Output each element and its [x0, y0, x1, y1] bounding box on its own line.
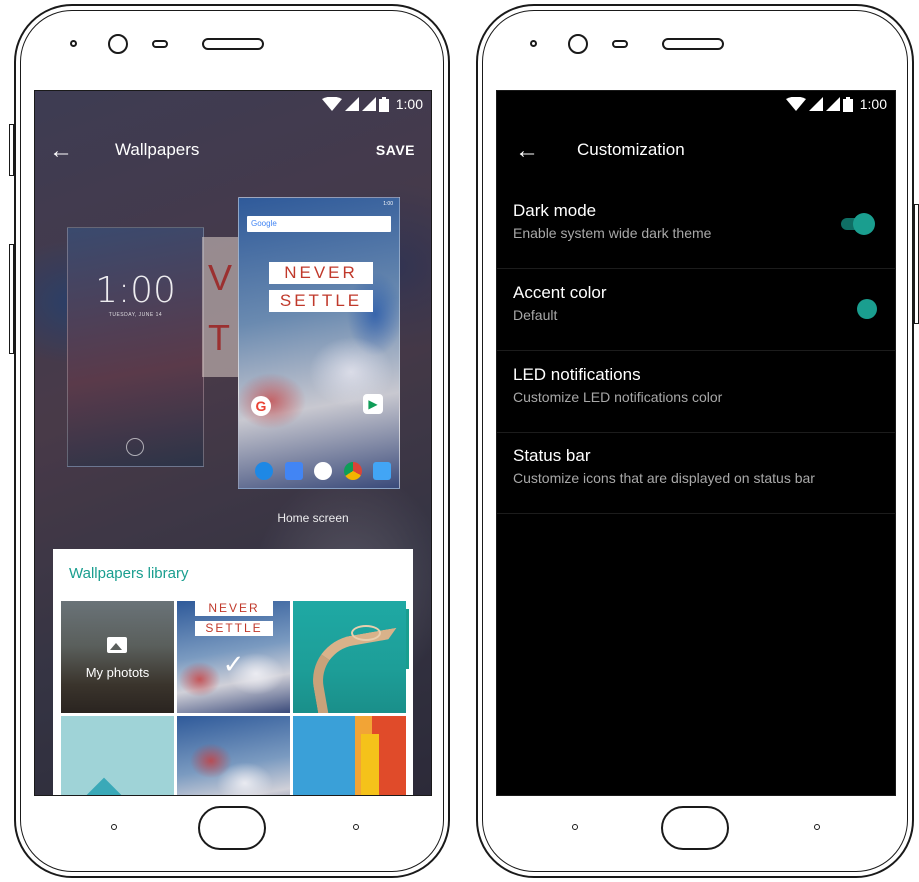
setting-subtitle: Enable system wide dark theme — [513, 225, 712, 241]
setting-subtitle: Default — [513, 307, 558, 323]
front-camera — [108, 34, 128, 54]
google-app-icon: G — [251, 396, 271, 416]
side-button — [914, 204, 919, 324]
home-screen-caption: Home screen — [277, 511, 349, 525]
home-screen-preview[interactable]: 1:00 Google NEVER SETTLE G ▶ — [238, 197, 400, 489]
lock-clock: 1:00 — [95, 270, 176, 311]
play-store-icon: ▶ — [363, 394, 383, 414]
never-text: NEVER — [269, 262, 373, 284]
home-button[interactable] — [661, 806, 729, 850]
settle-text: SETTLE — [269, 290, 373, 312]
wallpaper-tile[interactable] — [293, 601, 406, 713]
earpiece-speaker — [202, 38, 264, 50]
front-camera — [568, 34, 588, 54]
wallpapers-library: Wallpapers library My photots NEVER SETT… — [53, 549, 413, 795]
wallpaper-grid: My photots NEVER SETTLE ✓ — [61, 601, 406, 795]
setting-accent-color[interactable]: Accent color Default — [497, 269, 895, 351]
preview-divider: V T — [202, 237, 238, 377]
setting-subtitle: Customize icons that are displayed on st… — [513, 470, 815, 486]
lock-date: TUESDAY, JUNE 14 — [108, 312, 163, 318]
status-bar: 1:00 — [497, 91, 895, 117]
setting-title: Accent color — [513, 283, 607, 302]
setting-dark-mode[interactable]: Dark mode Enable system wide dark theme — [497, 187, 895, 269]
wifi-icon — [321, 97, 342, 111]
setting-led-notifications[interactable]: LED notifications Customize LED notifica… — [497, 351, 895, 433]
docs-app-icon — [284, 462, 303, 480]
earpiece-speaker — [662, 38, 724, 50]
back-key[interactable] — [111, 824, 117, 830]
library-title: Wallpapers library — [69, 565, 189, 582]
customization-screen: 1:00 ← Customization Dark mode Enable sy… — [496, 90, 896, 796]
scrollbar[interactable] — [406, 609, 409, 669]
my-photos-label: My photots — [85, 665, 150, 680]
wallpaper-tile[interactable] — [293, 716, 406, 795]
lock-screen-preview[interactable]: 1:00 TUESDAY, JUNE 14 — [67, 227, 204, 467]
status-time: 1:00 — [859, 96, 887, 112]
camera-app-icon — [373, 462, 391, 480]
sensor-dot — [70, 40, 77, 47]
side-button — [9, 244, 14, 354]
mini-status-time: 1:00 — [383, 201, 393, 207]
recents-key[interactable] — [353, 824, 359, 830]
image-icon — [107, 637, 127, 653]
signal-icon — [825, 97, 840, 111]
signal-icon — [361, 97, 376, 111]
wallpaper-tile-selected[interactable]: NEVER SETTLE ✓ — [177, 601, 290, 713]
proximity-sensor — [152, 40, 168, 48]
settle-text: SETTLE — [195, 621, 273, 636]
save-button[interactable]: SAVE — [376, 142, 415, 158]
google-search-bar: Google — [247, 216, 391, 232]
side-button — [9, 124, 14, 176]
page-title: Wallpapers — [115, 140, 200, 159]
home-button[interactable] — [198, 806, 266, 850]
page-title: Customization — [577, 140, 685, 159]
my-photos-tile[interactable]: My photots — [61, 601, 174, 713]
phone-app-icon — [255, 462, 273, 480]
wallpapers-screen: 1:00 ← Wallpapers SAVE 1:00 TUESDAY, JUN… — [34, 90, 432, 796]
app-drawer-icon — [314, 462, 332, 480]
accent-color-swatch — [857, 299, 877, 319]
never-text: NEVER — [195, 601, 273, 616]
status-time: 1:00 — [395, 96, 423, 112]
right-phone: 1:00 ← Customization Dark mode Enable sy… — [476, 4, 919, 878]
back-key[interactable] — [572, 824, 578, 830]
back-arrow-icon[interactable]: ← — [515, 137, 539, 165]
back-arrow-icon[interactable]: ← — [49, 137, 73, 165]
wallpaper-tile[interactable] — [61, 716, 174, 795]
battery-icon — [842, 96, 853, 112]
signal-icon — [344, 97, 359, 111]
wifi-icon — [785, 97, 806, 111]
dark-mode-toggle[interactable] — [839, 213, 875, 235]
status-bar: 1:00 — [35, 91, 431, 117]
battery-icon — [378, 96, 389, 112]
chrome-icon — [343, 462, 362, 480]
wallpaper-tile[interactable] — [177, 716, 290, 795]
proximity-sensor — [612, 40, 628, 48]
signal-icon — [808, 97, 823, 111]
setting-status-bar[interactable]: Status bar Customize icons that are disp… — [497, 432, 895, 514]
setting-title: Dark mode — [513, 201, 597, 220]
sensor-dot — [530, 40, 537, 47]
recents-key[interactable] — [814, 824, 820, 830]
setting-subtitle: Customize LED notifications color — [513, 389, 723, 405]
dock — [255, 462, 391, 480]
setting-title: LED notifications — [513, 365, 641, 384]
lock-icon — [126, 438, 144, 456]
wallpapers-toolbar: ← Wallpapers SAVE — [35, 131, 431, 171]
customization-toolbar: ← Customization — [497, 131, 895, 171]
setting-title: Status bar — [513, 446, 591, 465]
checkmark-icon: ✓ — [222, 649, 245, 679]
left-phone: 1:00 ← Wallpapers SAVE 1:00 TUESDAY, JUN… — [9, 4, 450, 878]
